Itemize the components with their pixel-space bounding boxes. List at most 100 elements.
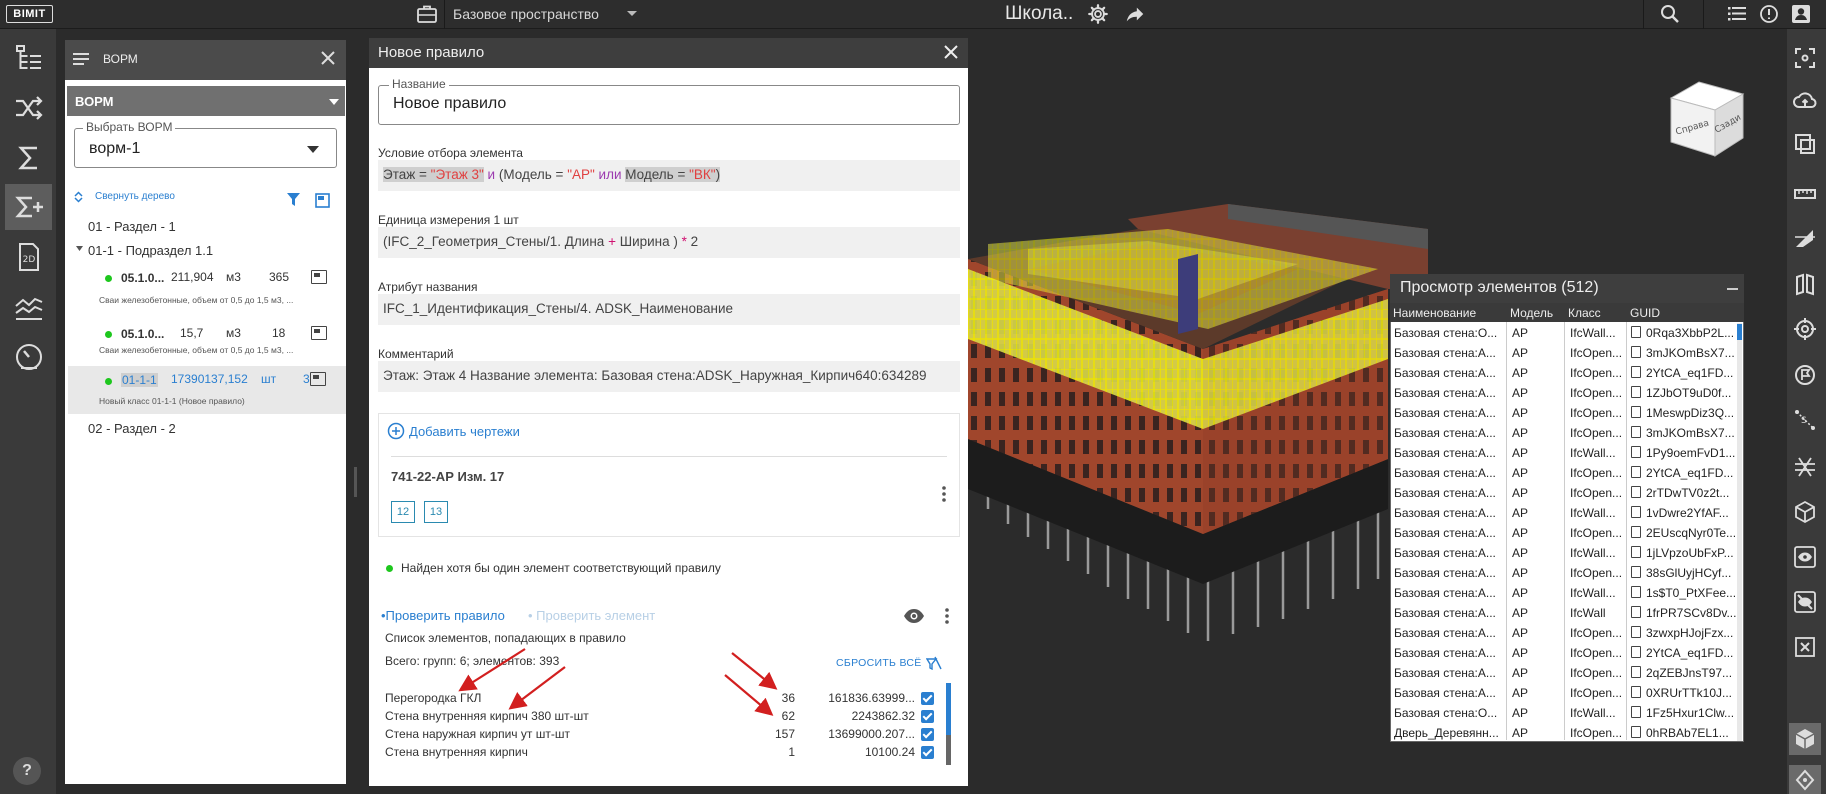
add-drawings-button[interactable]: Добавить чертежи xyxy=(409,424,520,439)
table-row[interactable]: Базовая стена:А... АР IfcOpen... 2rTDwTV0z2… xyxy=(1392,483,1742,503)
copy-icon[interactable] xyxy=(1631,706,1641,718)
copy-icon[interactable] xyxy=(1631,686,1641,698)
table-row[interactable]: Дверь_Деревянн... АР IfcOpen... 0hRBAb7EL1.… xyxy=(1392,723,1742,743)
table-row[interactable]: Базовая стена:А... АР IfcWall... 1s$T0_PtXF… xyxy=(1392,583,1742,603)
section-plane-icon[interactable] xyxy=(1791,225,1819,253)
table-row[interactable]: Базовая стена:А... АР IfcWall 1frPR7SCv8Dv.… xyxy=(1392,603,1742,623)
2d-drawing-icon[interactable]: 2D xyxy=(5,234,52,280)
check-rule-button[interactable]: •Проверить правило xyxy=(381,608,505,623)
share-icon[interactable] xyxy=(1124,3,1146,25)
scrollbar-thumb[interactable] xyxy=(1737,324,1742,340)
copy-icon[interactable] xyxy=(1631,466,1641,478)
chart-lines-icon[interactable] xyxy=(5,284,52,330)
table-row[interactable]: Базовая стена:О... АР IfcWall... 0Rqa3XbbP2… xyxy=(1392,323,1742,343)
close-icon[interactable] xyxy=(320,50,336,66)
table-row[interactable]: Базовая стена:А... АР IfcOpen... 3mJKOmBsX7… xyxy=(1392,423,1742,443)
table-row[interactable]: Базовая стена:А... АР IfcOpen... 2YtCA_eq1F… xyxy=(1392,463,1742,483)
more-vertical-icon[interactable] xyxy=(941,486,947,502)
copy-icon[interactable] xyxy=(1631,586,1641,598)
grid-lines-icon[interactable] xyxy=(1791,452,1819,480)
tree-row-code[interactable]: 05.1.0... xyxy=(121,327,164,341)
tree-section-2[interactable]: 02 - Раздел - 2 xyxy=(88,421,176,436)
table-row[interactable]: Базовая стена:А... АР IfcOpen... 3mJKOmBsX7… xyxy=(1392,343,1742,363)
flag-icon[interactable] xyxy=(1791,361,1819,389)
chevron-down-icon[interactable] xyxy=(626,10,638,18)
tree-subsection-1[interactable]: 01-1 - Подраздел 1.1 xyxy=(88,243,213,258)
copy-icon[interactable] xyxy=(1631,626,1641,638)
table-row[interactable]: Базовая стена:А... АР IfcOpen... 2EUscqNyr0… xyxy=(1392,523,1742,543)
table-row[interactable]: Базовая стена:А... АР IfcOpen... 2YtCA_eq1F… xyxy=(1392,643,1742,663)
copy-icon[interactable] xyxy=(1631,606,1641,618)
view-cube[interactable]: Справа Сзади xyxy=(1667,80,1747,158)
open-icon[interactable] xyxy=(310,372,326,386)
copy-icon[interactable] xyxy=(1631,386,1641,398)
condition-field[interactable]: Этаж = "Этаж 3" и (Модель = "АР" или Мод… xyxy=(378,160,960,191)
table-row[interactable]: Базовая стена:О... АР IfcWall... 1Fz5Hxur1C… xyxy=(1392,703,1742,723)
table-row[interactable]: Базовая стена:А... АР IfcOpen... 0XRUrTTk10… xyxy=(1392,683,1742,703)
help-icon[interactable]: ? xyxy=(13,757,41,785)
table-row[interactable]: Базовая стена:А... АР IfcWall... 1vDwre2YfA… xyxy=(1392,503,1742,523)
table-row[interactable]: Базовая стена:А... АР IfcWall... 1jLVpzoUbF… xyxy=(1392,543,1742,563)
table-row[interactable]: Базовая стена:А... АР IfcOpen... 2qZEBJnsT9… xyxy=(1392,663,1742,683)
element-row-checkbox[interactable] xyxy=(921,746,934,759)
copy-icon[interactable] xyxy=(1631,546,1641,558)
copy-icon[interactable] xyxy=(1631,426,1641,438)
column-header[interactable]: GUID xyxy=(1630,306,1660,320)
column-header[interactable]: Класс xyxy=(1568,306,1601,320)
unit-formula-field[interactable]: (IFC_2_Геометрия_Стены/1. Длина + Ширина… xyxy=(378,227,960,258)
comment-field[interactable]: Этаж: Этаж 4 Название элемента: Базовая … xyxy=(378,361,960,392)
column-header[interactable]: Модель xyxy=(1510,306,1553,320)
scrollbar-thumb[interactable] xyxy=(946,735,951,765)
sheet-tag[interactable]: 12 xyxy=(391,501,415,523)
check-element-button[interactable]: • Проверить элемент xyxy=(528,608,655,623)
notification-icon[interactable] xyxy=(1757,3,1781,25)
minimize-icon[interactable] xyxy=(1727,288,1738,290)
app-logo[interactable]: BIMIT xyxy=(6,5,53,23)
chevron-down-icon[interactable] xyxy=(76,246,83,251)
target-icon[interactable] xyxy=(1791,315,1819,343)
copy-icon[interactable] xyxy=(1631,326,1641,338)
collapse-tree-link[interactable]: Свернуть дерево xyxy=(95,191,175,202)
workspace-selector[interactable]: Базовое пространство xyxy=(453,6,599,22)
menu-icon[interactable] xyxy=(73,52,89,66)
reset-all-button[interactable]: СБРОСИТЬ ВСЁ xyxy=(836,657,922,669)
copy-icon[interactable] xyxy=(1631,506,1641,518)
copy-icon[interactable] xyxy=(1631,646,1641,658)
column-header[interactable]: Наименование xyxy=(1393,306,1476,320)
vorm-dropdown[interactable]: ВОРМ xyxy=(67,86,345,116)
measure-points-icon[interactable]: S xyxy=(1791,406,1819,434)
element-row-checkbox[interactable] xyxy=(921,710,934,723)
collapse-icon[interactable] xyxy=(74,191,83,203)
more-vertical-icon[interactable] xyxy=(944,608,950,624)
chevron-down-icon[interactable] xyxy=(307,146,319,153)
ruler-icon[interactable] xyxy=(1791,180,1819,208)
sheet-tag[interactable]: 13 xyxy=(424,501,448,523)
table-row[interactable]: Базовая стена:А... АР IfcOpen... 1ZJbOT9uD0… xyxy=(1392,383,1742,403)
element-row-checkbox[interactable] xyxy=(921,728,934,741)
tree-row-code[interactable]: 05.1.0... xyxy=(121,271,164,285)
search-icon[interactable] xyxy=(1658,3,1682,25)
gear-icon[interactable] xyxy=(1087,3,1109,25)
orbit-icon[interactable] xyxy=(1789,765,1821,794)
tree-row-code[interactable]: 01-1-1 xyxy=(121,373,158,387)
section-box-icon[interactable] xyxy=(1791,130,1819,158)
copy-icon[interactable] xyxy=(1631,486,1641,498)
tree-section-1[interactable]: 01 - Раздел - 1 xyxy=(88,219,176,234)
show-icon[interactable] xyxy=(1791,543,1819,571)
briefcase-icon[interactable] xyxy=(415,3,439,25)
gauge-icon[interactable] xyxy=(5,334,52,380)
element-row-checkbox[interactable] xyxy=(921,692,934,705)
eye-icon[interactable] xyxy=(903,608,925,624)
panel-resize-handle[interactable] xyxy=(354,467,357,497)
user-icon[interactable] xyxy=(1789,3,1813,25)
focus-icon[interactable] xyxy=(1791,44,1819,72)
copy-icon[interactable] xyxy=(1631,406,1641,418)
copy-icon[interactable] xyxy=(1631,446,1641,458)
table-row[interactable]: Базовая стена:А... АР IfcOpen... 3zwxpHJojF… xyxy=(1392,623,1742,643)
copy-icon[interactable] xyxy=(1631,346,1641,358)
copy-icon[interactable] xyxy=(1631,366,1641,378)
table-row[interactable]: Базовая стена:А... АР IfcWall... 1Py9oemFvD… xyxy=(1392,443,1742,463)
copy-icon[interactable] xyxy=(1631,666,1641,678)
cube-outline-icon[interactable] xyxy=(1791,498,1819,526)
name-attr-field[interactable]: IFC_1_Идентификация_Стены/4. ADSK_Наимен… xyxy=(378,294,960,325)
